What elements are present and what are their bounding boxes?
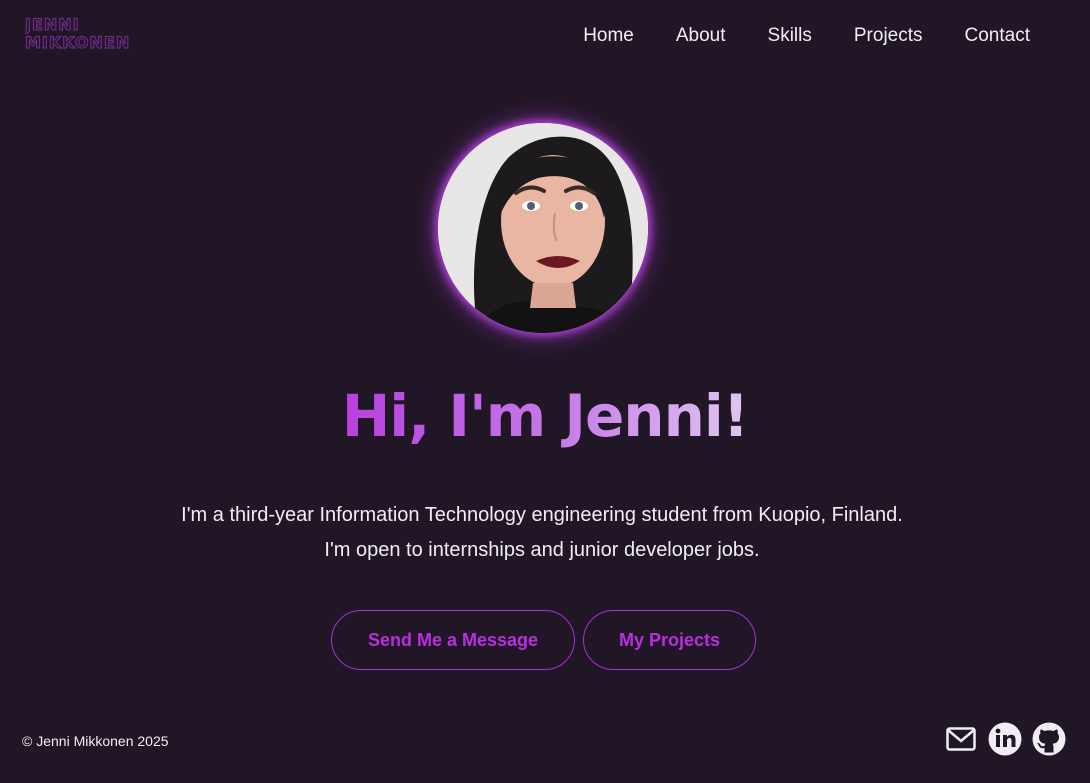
hero-actions: Send Me a Message My Projects: [331, 610, 756, 670]
intro-line-2: I'm open to internships and junior devel…: [324, 539, 760, 561]
nav-skills[interactable]: Skills: [747, 24, 833, 48]
github-icon[interactable]: [1032, 721, 1066, 757]
linkedin-icon[interactable]: [988, 721, 1022, 757]
mail-icon[interactable]: [944, 721, 978, 757]
send-message-button[interactable]: Send Me a Message: [331, 610, 575, 670]
main-nav: Home About Skills Projects Contact: [562, 24, 1030, 48]
social-links: [944, 721, 1066, 757]
logo-wordmark: JENNI MIKKONEN: [25, 16, 130, 50]
nav-home[interactable]: Home: [562, 24, 655, 48]
hero-title-text: Hi, I'm Jenni!: [341, 382, 749, 450]
logo-line1: JENNI: [25, 16, 80, 34]
site-logo[interactable]: JENNI MIKKONEN: [25, 16, 185, 50]
avatar-photo: [438, 123, 648, 333]
avatar: [438, 123, 648, 333]
intro-text: I'm a third-year Information Technology …: [0, 498, 1087, 568]
my-projects-button[interactable]: My Projects: [583, 610, 756, 670]
logo-line2: MIKKONEN: [25, 33, 130, 50]
intro-line-1: I'm a third-year Information Technology …: [181, 504, 903, 526]
page-title: Hi, I'm Jenni!: [0, 381, 1090, 451]
copyright-text: © Jenni Mikkonen 2025: [22, 733, 169, 749]
nav-contact[interactable]: Contact: [944, 24, 1030, 48]
nav-projects[interactable]: Projects: [833, 24, 944, 48]
nav-about[interactable]: About: [655, 24, 747, 48]
